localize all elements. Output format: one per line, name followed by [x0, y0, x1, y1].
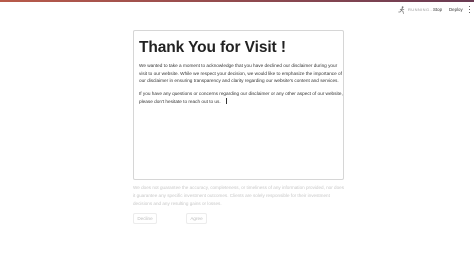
deploy-button[interactable]: Deploy	[449, 6, 463, 13]
card-paragraph-2-text: If you have any questions or concerns re…	[139, 91, 343, 104]
thank-you-card: Thank You for Visit ! We wanted to take …	[133, 30, 344, 180]
decline-button[interactable]: Decline	[133, 213, 157, 224]
disclaimer-text: We does not guarantee the accuracy, comp…	[133, 185, 345, 206]
text-cursor	[225, 97, 227, 104]
card-title: Thank You for Visit !	[139, 39, 286, 56]
running-status-text: RUNNING...	[408, 7, 434, 12]
card-paragraph-1: We wanted to take a moment to acknowledg…	[139, 63, 342, 84]
agree-button[interactable]: Agree	[186, 213, 207, 224]
kebab-menu-icon[interactable]	[468, 6, 470, 13]
running-figure-icon	[398, 5, 405, 14]
running-status: RUNNING...	[398, 5, 434, 14]
card-paragraph-2: If you have any questions or concerns re…	[139, 90, 343, 105]
stop-button[interactable]: Stop	[433, 6, 442, 13]
app-header: RUNNING... Stop Deploy	[0, 2, 474, 16]
